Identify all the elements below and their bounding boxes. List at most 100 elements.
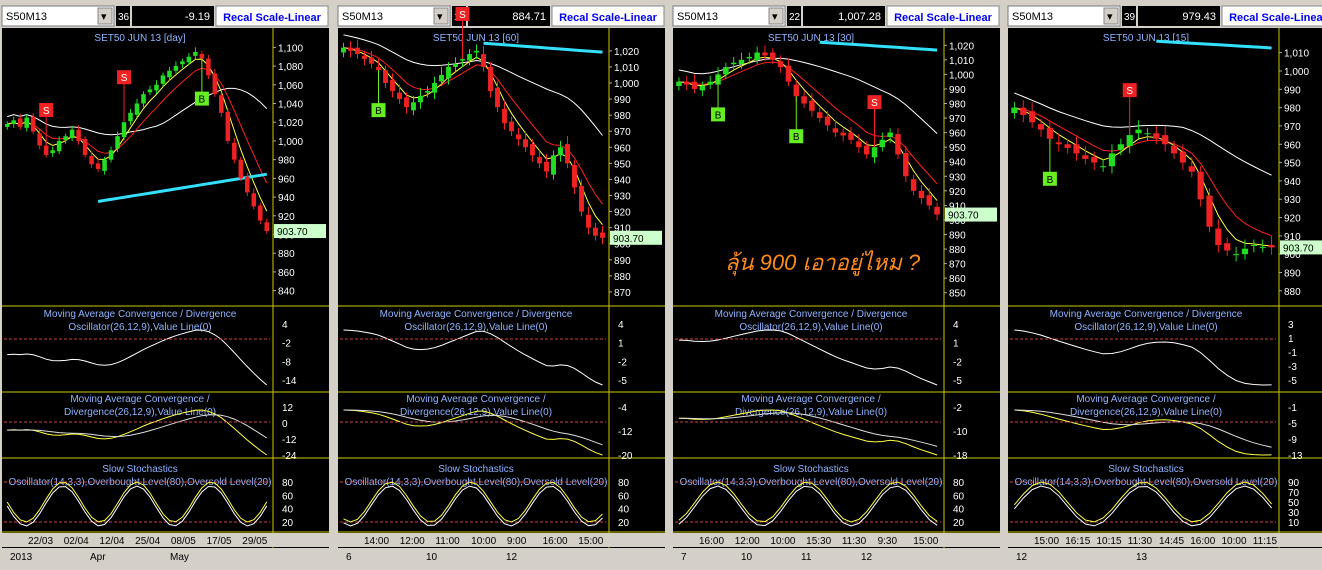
candle-body bbox=[128, 112, 133, 122]
time-label: 02/04 bbox=[64, 536, 89, 547]
chart-panel-0: S50M13 ▾ 36 -9.19 Recal Scale-Linear SET50 JU… bbox=[0, 0, 331, 565]
price-tick-label: 1,000 bbox=[614, 79, 639, 90]
candle-body bbox=[1268, 245, 1275, 248]
candle-body bbox=[141, 94, 146, 104]
candle-body bbox=[1162, 135, 1169, 145]
candle-body bbox=[516, 134, 521, 140]
last-price-value: 903.70 bbox=[948, 211, 979, 222]
candle-body bbox=[212, 73, 218, 95]
candle-body bbox=[362, 55, 367, 59]
price-tick-label: 870 bbox=[614, 288, 631, 299]
candle-body bbox=[848, 132, 854, 140]
candle-body bbox=[121, 122, 127, 138]
candle-body bbox=[1046, 127, 1054, 139]
time-label: 15:00 bbox=[1034, 536, 1059, 547]
price-tick-label: 1,100 bbox=[278, 43, 303, 54]
macd-title-line2: Divergence(26,12,9),Value Line(0) bbox=[1070, 407, 1222, 418]
macd-oscillator-title: Moving Average Convergence / Divergence bbox=[44, 309, 237, 320]
price-tick-label: 1,020 bbox=[278, 118, 303, 129]
candle-body bbox=[579, 185, 584, 212]
time-label: 15:00 bbox=[913, 536, 938, 547]
stochastic-tick: 80 bbox=[282, 478, 294, 489]
candle-body bbox=[495, 87, 500, 108]
macd-oscillator-tick: -2 bbox=[953, 357, 962, 368]
chart-panel-2: S50M13 ▾ 22 1,007.28 Recal Scale-LinearSET50… bbox=[671, 0, 1002, 565]
candle-body bbox=[251, 193, 257, 207]
candle-body bbox=[903, 152, 909, 177]
candle-body bbox=[63, 136, 68, 140]
macd-oscillator-tick: -1 bbox=[1288, 348, 1297, 359]
date-label: Apr bbox=[90, 552, 106, 563]
price-tick-label: 880 bbox=[949, 245, 966, 256]
candle-body bbox=[1082, 155, 1089, 159]
stochastic-tick: 20 bbox=[953, 518, 965, 529]
signal-label: B bbox=[375, 106, 382, 117]
candle-body bbox=[257, 205, 263, 221]
price-tick-label: 990 bbox=[614, 95, 631, 106]
macd-oscillator-tick: -5 bbox=[1288, 376, 1297, 387]
macd-tick: -12 bbox=[618, 427, 633, 438]
signal-label: B bbox=[199, 95, 206, 106]
candle-body bbox=[225, 111, 231, 141]
candle-body bbox=[425, 91, 430, 93]
charts-svg: S50M13 ▾ 36 -9.19 Recal Scale-LinearSET50 JU… bbox=[0, 0, 1322, 565]
price-tick-label: 920 bbox=[1284, 214, 1301, 225]
candle-body bbox=[89, 155, 94, 165]
candle-body bbox=[180, 61, 185, 65]
last-price-value: 903.70 bbox=[1283, 243, 1314, 254]
candle-body bbox=[770, 52, 776, 60]
candle-body bbox=[341, 47, 346, 53]
candle-body bbox=[219, 95, 224, 113]
count-value: 39 bbox=[1124, 12, 1136, 23]
candle-body bbox=[355, 47, 360, 55]
signal-label: B bbox=[793, 132, 800, 143]
macd-oscillator-tick: 1 bbox=[1288, 334, 1294, 345]
candle-body bbox=[199, 53, 205, 59]
macd-tick: -9 bbox=[1288, 435, 1297, 446]
candle-body bbox=[586, 214, 591, 228]
signal-label: B bbox=[715, 110, 722, 121]
candle-body bbox=[418, 95, 423, 103]
price-tick-label: 960 bbox=[1284, 140, 1301, 151]
price-tick-label: 880 bbox=[278, 249, 295, 260]
stochastic-title: Slow Stochastics bbox=[1108, 464, 1184, 475]
candle-body bbox=[404, 97, 409, 108]
candle-body bbox=[383, 70, 388, 84]
chart-panel-3: S50M13 ▾ 39 979.43 Recal Scale-LinearSET50 J… bbox=[1006, 0, 1322, 565]
price-tick-label: 840 bbox=[278, 287, 295, 298]
candle-body bbox=[824, 116, 831, 126]
signal-label: S bbox=[459, 10, 466, 21]
candle-body bbox=[832, 128, 839, 133]
change-value: 884.71 bbox=[512, 11, 546, 23]
price-tick-label: 920 bbox=[278, 212, 295, 223]
candle-body bbox=[1091, 157, 1098, 163]
candle-body bbox=[1179, 151, 1187, 163]
candle-body bbox=[777, 61, 784, 68]
macd-oscillator-tick: -5 bbox=[953, 376, 962, 387]
chart-workspace: S50M13 ▾ 36 -9.19 Recal Scale-Linear SET50 JU… bbox=[0, 0, 1322, 565]
macd-oscillator-title: Moving Average Convergence / Divergence bbox=[1050, 309, 1243, 320]
price-tick-label: 960 bbox=[278, 174, 295, 185]
candle-body bbox=[147, 89, 153, 93]
price-tick-label: 890 bbox=[949, 231, 966, 242]
candle-body bbox=[509, 121, 514, 132]
candle-body bbox=[453, 63, 458, 67]
candle-body bbox=[1108, 153, 1116, 167]
candle-body bbox=[481, 54, 486, 67]
price-tick-label: 940 bbox=[614, 175, 631, 186]
macd-tick: -10 bbox=[953, 427, 968, 438]
time-label: 9:30 bbox=[878, 536, 898, 547]
time-label: 25/04 bbox=[135, 536, 160, 547]
price-tick-label: 980 bbox=[1284, 104, 1301, 115]
price-tick-label: 970 bbox=[1284, 122, 1301, 133]
macd-oscillator-tick: -2 bbox=[282, 339, 291, 350]
time-label: 16:00 bbox=[699, 536, 724, 547]
price-tick-label: 860 bbox=[949, 274, 966, 285]
candle-body bbox=[167, 70, 172, 78]
candle-body bbox=[801, 96, 807, 104]
candle-body bbox=[390, 79, 395, 92]
candle-body bbox=[37, 133, 42, 146]
macd-tick: -18 bbox=[953, 451, 968, 462]
macd-tick: -24 bbox=[282, 451, 297, 462]
candle-body bbox=[676, 81, 682, 87]
